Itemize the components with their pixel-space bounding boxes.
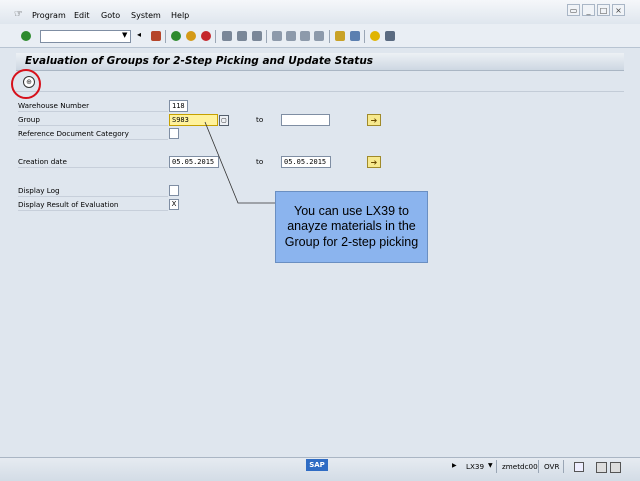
status-dropdown-icon[interactable]: ▼ xyxy=(488,462,493,469)
status-transaction: LX39 xyxy=(466,462,485,471)
callout-note: You can use LX39 to anayze materials in … xyxy=(275,191,428,263)
status-separator xyxy=(538,460,539,473)
status-resize-icon xyxy=(610,462,621,473)
status-message-icon xyxy=(596,462,607,473)
status-mode: OVR xyxy=(544,462,560,471)
status-separator xyxy=(496,460,497,473)
status-server: zmetdc00 xyxy=(502,462,538,471)
sap-logo: SAP xyxy=(306,459,328,471)
status-expand-icon[interactable]: ▶ xyxy=(452,462,457,469)
status-lock-icon xyxy=(574,462,584,472)
status-separator xyxy=(563,460,564,473)
